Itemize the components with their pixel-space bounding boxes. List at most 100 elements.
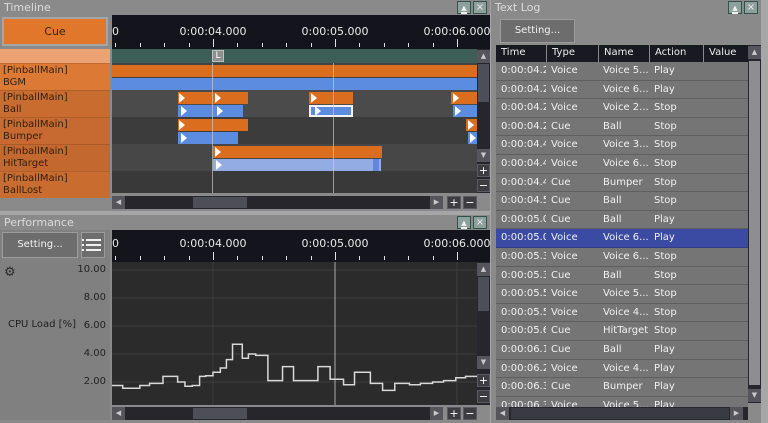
log-row[interactable]: 0:00:04.2... Voice Voice 5... Play — [496, 62, 748, 81]
track-label[interactable]: [PinballMain] Ball — [0, 90, 110, 117]
scroll-up-icon[interactable]: ▲ — [477, 50, 490, 63]
log-row[interactable]: 0:00:06.3... Voice Voice 5... Play — [496, 397, 748, 407]
log-cell: Voice — [551, 399, 578, 407]
log-cell: Voice 6... — [603, 250, 649, 262]
scroll-left-icon[interactable]: ◀ — [112, 196, 125, 209]
meter-list-button[interactable] — [81, 232, 105, 258]
log-cell: 0:00:04.5... — [501, 195, 546, 207]
clip-blue-bar[interactable] — [468, 132, 477, 144]
cue-button[interactable]: Cue — [2, 17, 108, 46]
clip-blue-bar[interactable] — [178, 132, 238, 144]
scroll-left-icon[interactable]: ◀ — [496, 407, 509, 420]
hzoom-out-button[interactable]: − — [463, 196, 477, 209]
clip-orange-bar[interactable] — [112, 65, 477, 77]
performance-setting-button[interactable]: Setting... — [2, 232, 78, 258]
log-row[interactable]: 0:00:05.5... Voice Voice 5... Stop — [496, 285, 748, 304]
log-row[interactable]: 0:00:05.6... Cue HitTarget Stop — [496, 322, 748, 341]
clip-orange-bar[interactable] — [178, 92, 248, 104]
log-table-header[interactable]: Time Type Name Action Value — [496, 45, 748, 62]
cpu-load-chart — [112, 262, 477, 405]
scroll-left-icon[interactable]: ◀ — [112, 407, 125, 420]
log-row[interactable]: 0:00:04.2... Voice Voice 6... Play — [496, 81, 748, 100]
close-icon[interactable]: × — [744, 1, 758, 14]
clip-orange-bar[interactable] — [451, 92, 477, 104]
scroll-right-icon[interactable]: ▶ — [430, 407, 443, 420]
track-label[interactable]: [PinballMain] BGM — [0, 63, 110, 90]
ruler-tick — [261, 256, 263, 260]
clip-blue-bar[interactable] — [213, 159, 381, 171]
column-header-action[interactable]: Action — [649, 45, 703, 62]
clip-orange-bar[interactable] — [178, 119, 248, 131]
scroll-up-icon[interactable]: ▲ — [477, 263, 490, 276]
vscroll-thumb[interactable] — [478, 277, 489, 311]
hzoom-in-button[interactable]: + — [447, 407, 461, 420]
log-row[interactable]: 0:00:06.3... Cue Bumper Play — [496, 378, 748, 397]
log-row[interactable]: 0:00:04.5... Cue Ball Stop — [496, 192, 748, 211]
column-header-value[interactable]: Value — [703, 45, 748, 62]
log-row[interactable]: 0:00:05.0... Cue Ball Play — [496, 211, 748, 230]
track-lane[interactable] — [112, 117, 477, 144]
scroll-right-icon[interactable]: ▶ — [730, 407, 743, 420]
clip-orange-bar[interactable] — [213, 146, 382, 158]
track-lane[interactable] — [112, 90, 477, 117]
log-row[interactable]: 0:00:05.3... Cue Ball Stop — [496, 267, 748, 286]
hzoom-in-button[interactable]: + — [447, 196, 461, 209]
vscroll-thumb[interactable] — [478, 64, 489, 102]
close-icon[interactable]: × — [473, 1, 487, 14]
hscroll-thumb[interactable] — [193, 197, 247, 208]
close-icon[interactable]: × — [473, 216, 487, 229]
log-row[interactable]: 0:00:04.4... Voice Voice 6... Stop — [496, 155, 748, 174]
gear-icon[interactable]: ⚙ — [4, 265, 16, 280]
performance-ruler[interactable]: 0 0:00:04.000 0:00:05.000 0:00:06.000 — [112, 230, 490, 262]
vzoom-out-button[interactable]: − — [477, 390, 490, 403]
vscroll-thumb[interactable] — [749, 61, 760, 385]
track-label[interactable]: [PinballMain] BallLost — [0, 171, 110, 198]
log-row[interactable]: 0:00:04.4... Voice Voice 3... Stop — [496, 136, 748, 155]
track-label[interactable]: [PinballMain] Bumper — [0, 117, 110, 144]
track-lane[interactable] — [112, 171, 477, 193]
clip-blue-bar[interactable] — [112, 78, 477, 90]
log-row[interactable]: 0:00:04.4... Cue Bumper Stop — [496, 174, 748, 193]
clip-orange-bar[interactable] — [466, 119, 477, 131]
clip-blue-bar[interactable] — [178, 105, 243, 117]
dock-icon[interactable]: ▲ — [457, 1, 471, 14]
scroll-down-icon[interactable]: ▼ — [477, 149, 490, 162]
dock-icon[interactable]: ▲ — [728, 1, 742, 14]
clip-blue-bar[interactable] — [453, 105, 477, 117]
clip-blue-bar[interactable] — [309, 105, 353, 117]
scroll-down-icon[interactable]: ▼ — [748, 389, 761, 402]
log-row[interactable]: 0:00:05.5... Voice Voice 4... Stop — [496, 304, 748, 323]
hzoom-out-button[interactable]: − — [463, 407, 477, 420]
log-cell: 0:00:05.5... — [501, 306, 546, 318]
clip-orange-bar[interactable] — [309, 92, 353, 104]
log-row[interactable]: 0:00:06.1... Cue Ball Play — [496, 341, 748, 360]
scroll-right-icon[interactable]: ▶ — [430, 196, 443, 209]
vzoom-out-button[interactable]: − — [477, 179, 490, 192]
timeline-hscrollbar[interactable] — [112, 196, 443, 209]
column-header-type[interactable]: Type — [546, 45, 598, 62]
log-row[interactable]: 0:00:05.0... Voice Voice 6... Play — [496, 229, 748, 248]
log-row[interactable]: 0:00:04.2... Cue Ball Stop — [496, 118, 748, 137]
track-label[interactable]: [PinballMain] HitTarget — [0, 144, 110, 171]
scroll-up-icon[interactable]: ▲ — [748, 46, 761, 59]
loop-marker[interactable]: L — [212, 50, 224, 62]
log-cell: Stop — [654, 269, 677, 281]
vzoom-in-button[interactable]: + — [477, 164, 490, 177]
performance-hscrollbar[interactable] — [112, 407, 443, 420]
timeline-track-area[interactable] — [112, 63, 477, 193]
log-row[interactable]: 0:00:05.3... Voice Voice 6... Stop — [496, 248, 748, 267]
hscroll-thumb[interactable] — [193, 408, 247, 419]
cpu-load-graph[interactable] — [112, 262, 477, 405]
textlog-setting-button[interactable]: Setting... — [500, 19, 575, 43]
column-header-time[interactable]: Time — [496, 45, 546, 62]
loop-region-band[interactable] — [112, 49, 477, 63]
scroll-down-icon[interactable]: ▼ — [477, 356, 490, 369]
log-row[interactable]: 0:00:04.2... Voice Voice 2... Stop — [496, 99, 748, 118]
log-cell — [703, 229, 748, 247]
timeline-ruler[interactable]: 0 0:00:04.000 0:00:05.000 0:00:06.000 — [112, 15, 490, 49]
hscroll-thumb[interactable] — [511, 408, 729, 419]
column-header-name[interactable]: Name — [598, 45, 649, 62]
vzoom-in-button[interactable]: + — [477, 374, 490, 387]
dock-icon[interactable]: ▲ — [457, 216, 471, 229]
log-row[interactable]: 0:00:06.2... Voice Voice 4... Play — [496, 360, 748, 379]
